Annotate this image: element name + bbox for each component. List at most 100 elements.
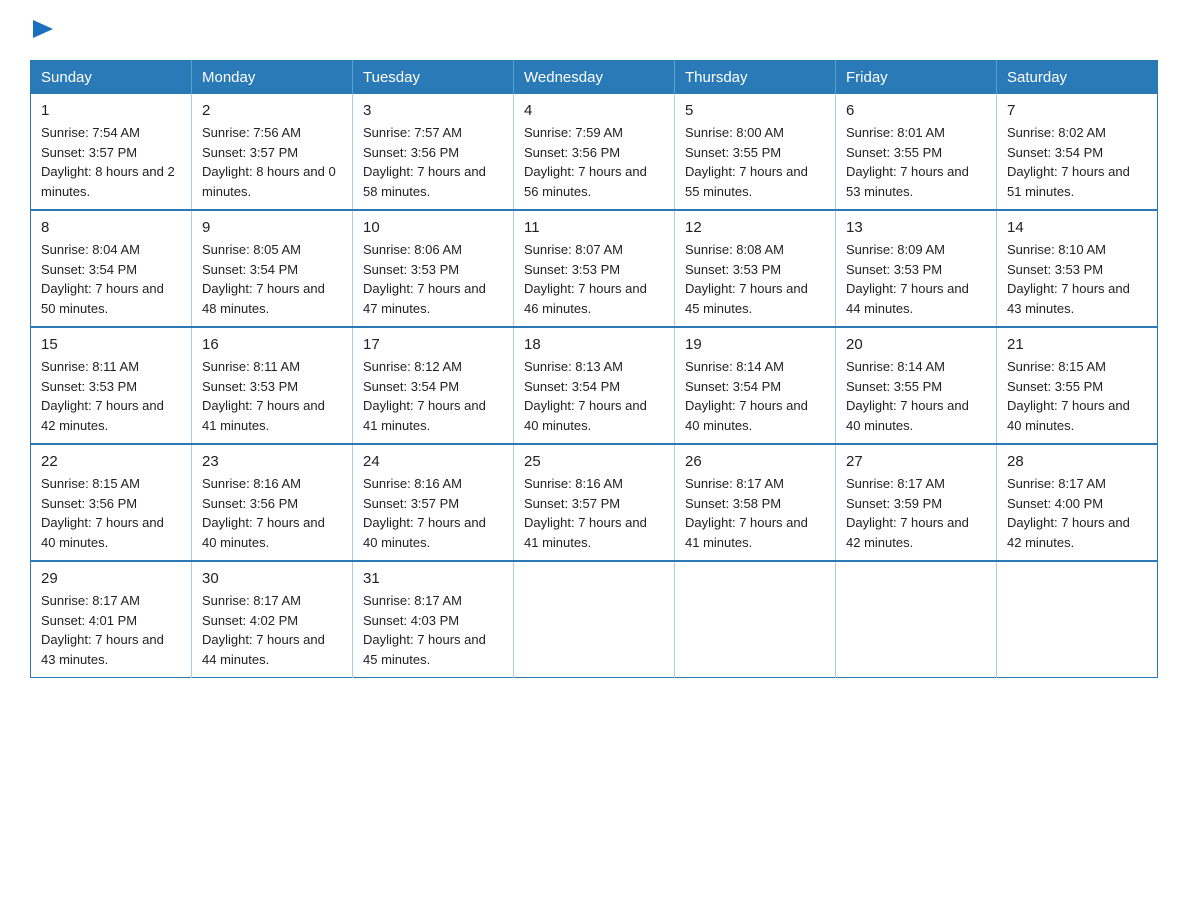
day-number: 26 <box>685 453 825 470</box>
header-friday: Friday <box>836 61 997 95</box>
header-saturday: Saturday <box>997 61 1158 95</box>
calendar-cell: 12 Sunrise: 8:08 AMSunset: 3:53 PMDaylig… <box>675 210 836 327</box>
day-number: 8 <box>41 219 181 236</box>
header-wednesday: Wednesday <box>514 61 675 95</box>
day-number: 19 <box>685 336 825 353</box>
day-info: Sunrise: 8:14 AMSunset: 3:54 PMDaylight:… <box>685 359 808 433</box>
day-info: Sunrise: 8:16 AMSunset: 3:57 PMDaylight:… <box>363 476 486 550</box>
calendar-cell: 19 Sunrise: 8:14 AMSunset: 3:54 PMDaylig… <box>675 327 836 444</box>
calendar-cell: 28 Sunrise: 8:17 AMSunset: 4:00 PMDaylig… <box>997 444 1158 561</box>
day-info: Sunrise: 7:54 AMSunset: 3:57 PMDaylight:… <box>41 125 175 199</box>
day-number: 28 <box>1007 453 1147 470</box>
header-thursday: Thursday <box>675 61 836 95</box>
day-number: 31 <box>363 570 503 587</box>
day-number: 20 <box>846 336 986 353</box>
calendar-cell: 4 Sunrise: 7:59 AMSunset: 3:56 PMDayligh… <box>514 94 675 210</box>
calendar-cell: 2 Sunrise: 7:56 AMSunset: 3:57 PMDayligh… <box>192 94 353 210</box>
calendar-cell: 21 Sunrise: 8:15 AMSunset: 3:55 PMDaylig… <box>997 327 1158 444</box>
calendar-cell: 15 Sunrise: 8:11 AMSunset: 3:53 PMDaylig… <box>31 327 192 444</box>
day-number: 30 <box>202 570 342 587</box>
calendar-cell: 11 Sunrise: 8:07 AMSunset: 3:53 PMDaylig… <box>514 210 675 327</box>
day-number: 29 <box>41 570 181 587</box>
week-row-1: 1 Sunrise: 7:54 AMSunset: 3:57 PMDayligh… <box>31 94 1158 210</box>
header <box>30 20 1158 40</box>
calendar-cell: 13 Sunrise: 8:09 AMSunset: 3:53 PMDaylig… <box>836 210 997 327</box>
header-tuesday: Tuesday <box>353 61 514 95</box>
day-number: 23 <box>202 453 342 470</box>
calendar-cell: 5 Sunrise: 8:00 AMSunset: 3:55 PMDayligh… <box>675 94 836 210</box>
day-info: Sunrise: 8:11 AMSunset: 3:53 PMDaylight:… <box>41 359 164 433</box>
calendar-cell: 1 Sunrise: 7:54 AMSunset: 3:57 PMDayligh… <box>31 94 192 210</box>
logo <box>30 20 53 40</box>
day-info: Sunrise: 8:11 AMSunset: 3:53 PMDaylight:… <box>202 359 325 433</box>
day-info: Sunrise: 8:01 AMSunset: 3:55 PMDaylight:… <box>846 125 969 199</box>
header-monday: Monday <box>192 61 353 95</box>
calendar-cell: 16 Sunrise: 8:11 AMSunset: 3:53 PMDaylig… <box>192 327 353 444</box>
calendar-cell: 7 Sunrise: 8:02 AMSunset: 3:54 PMDayligh… <box>997 94 1158 210</box>
calendar-cell: 8 Sunrise: 8:04 AMSunset: 3:54 PMDayligh… <box>31 210 192 327</box>
day-number: 4 <box>524 102 664 119</box>
day-info: Sunrise: 8:16 AMSunset: 3:56 PMDaylight:… <box>202 476 325 550</box>
day-number: 10 <box>363 219 503 236</box>
calendar-cell: 27 Sunrise: 8:17 AMSunset: 3:59 PMDaylig… <box>836 444 997 561</box>
day-info: Sunrise: 8:12 AMSunset: 3:54 PMDaylight:… <box>363 359 486 433</box>
day-number: 14 <box>1007 219 1147 236</box>
calendar-cell <box>836 561 997 678</box>
week-row-4: 22 Sunrise: 8:15 AMSunset: 3:56 PMDaylig… <box>31 444 1158 561</box>
calendar-cell: 26 Sunrise: 8:17 AMSunset: 3:58 PMDaylig… <box>675 444 836 561</box>
day-info: Sunrise: 8:09 AMSunset: 3:53 PMDaylight:… <box>846 242 969 316</box>
day-info: Sunrise: 8:17 AMSunset: 4:03 PMDaylight:… <box>363 593 486 667</box>
day-info: Sunrise: 8:17 AMSunset: 4:02 PMDaylight:… <box>202 593 325 667</box>
day-info: Sunrise: 8:16 AMSunset: 3:57 PMDaylight:… <box>524 476 647 550</box>
calendar-cell: 3 Sunrise: 7:57 AMSunset: 3:56 PMDayligh… <box>353 94 514 210</box>
day-info: Sunrise: 8:15 AMSunset: 3:56 PMDaylight:… <box>41 476 164 550</box>
day-number: 22 <box>41 453 181 470</box>
day-number: 11 <box>524 219 664 236</box>
header-sunday: Sunday <box>31 61 192 95</box>
day-info: Sunrise: 8:17 AMSunset: 4:01 PMDaylight:… <box>41 593 164 667</box>
day-number: 21 <box>1007 336 1147 353</box>
day-info: Sunrise: 8:00 AMSunset: 3:55 PMDaylight:… <box>685 125 808 199</box>
day-number: 5 <box>685 102 825 119</box>
day-number: 12 <box>685 219 825 236</box>
day-number: 3 <box>363 102 503 119</box>
calendar-cell <box>675 561 836 678</box>
calendar-cell: 17 Sunrise: 8:12 AMSunset: 3:54 PMDaylig… <box>353 327 514 444</box>
calendar-cell: 20 Sunrise: 8:14 AMSunset: 3:55 PMDaylig… <box>836 327 997 444</box>
day-info: Sunrise: 8:17 AMSunset: 3:58 PMDaylight:… <box>685 476 808 550</box>
week-row-2: 8 Sunrise: 8:04 AMSunset: 3:54 PMDayligh… <box>31 210 1158 327</box>
day-info: Sunrise: 8:10 AMSunset: 3:53 PMDaylight:… <box>1007 242 1130 316</box>
logo-arrow-icon <box>33 20 53 38</box>
calendar-cell: 24 Sunrise: 8:16 AMSunset: 3:57 PMDaylig… <box>353 444 514 561</box>
calendar-cell: 23 Sunrise: 8:16 AMSunset: 3:56 PMDaylig… <box>192 444 353 561</box>
day-info: Sunrise: 8:15 AMSunset: 3:55 PMDaylight:… <box>1007 359 1130 433</box>
day-info: Sunrise: 8:14 AMSunset: 3:55 PMDaylight:… <box>846 359 969 433</box>
day-number: 27 <box>846 453 986 470</box>
calendar-cell: 18 Sunrise: 8:13 AMSunset: 3:54 PMDaylig… <box>514 327 675 444</box>
day-number: 13 <box>846 219 986 236</box>
day-number: 6 <box>846 102 986 119</box>
day-number: 17 <box>363 336 503 353</box>
day-info: Sunrise: 8:08 AMSunset: 3:53 PMDaylight:… <box>685 242 808 316</box>
day-info: Sunrise: 8:05 AMSunset: 3:54 PMDaylight:… <box>202 242 325 316</box>
calendar-cell: 22 Sunrise: 8:15 AMSunset: 3:56 PMDaylig… <box>31 444 192 561</box>
day-number: 7 <box>1007 102 1147 119</box>
day-info: Sunrise: 7:56 AMSunset: 3:57 PMDaylight:… <box>202 125 336 199</box>
week-row-5: 29 Sunrise: 8:17 AMSunset: 4:01 PMDaylig… <box>31 561 1158 678</box>
day-number: 24 <box>363 453 503 470</box>
day-number: 9 <box>202 219 342 236</box>
calendar-cell: 6 Sunrise: 8:01 AMSunset: 3:55 PMDayligh… <box>836 94 997 210</box>
day-number: 1 <box>41 102 181 119</box>
week-row-3: 15 Sunrise: 8:11 AMSunset: 3:53 PMDaylig… <box>31 327 1158 444</box>
calendar-cell: 25 Sunrise: 8:16 AMSunset: 3:57 PMDaylig… <box>514 444 675 561</box>
day-info: Sunrise: 8:17 AMSunset: 3:59 PMDaylight:… <box>846 476 969 550</box>
calendar-cell: 31 Sunrise: 8:17 AMSunset: 4:03 PMDaylig… <box>353 561 514 678</box>
day-info: Sunrise: 7:59 AMSunset: 3:56 PMDaylight:… <box>524 125 647 199</box>
calendar-cell: 14 Sunrise: 8:10 AMSunset: 3:53 PMDaylig… <box>997 210 1158 327</box>
day-info: Sunrise: 8:13 AMSunset: 3:54 PMDaylight:… <box>524 359 647 433</box>
calendar-cell: 9 Sunrise: 8:05 AMSunset: 3:54 PMDayligh… <box>192 210 353 327</box>
day-number: 15 <box>41 336 181 353</box>
day-number: 25 <box>524 453 664 470</box>
day-info: Sunrise: 8:02 AMSunset: 3:54 PMDaylight:… <box>1007 125 1130 199</box>
calendar-table: SundayMondayTuesdayWednesdayThursdayFrid… <box>30 60 1158 678</box>
